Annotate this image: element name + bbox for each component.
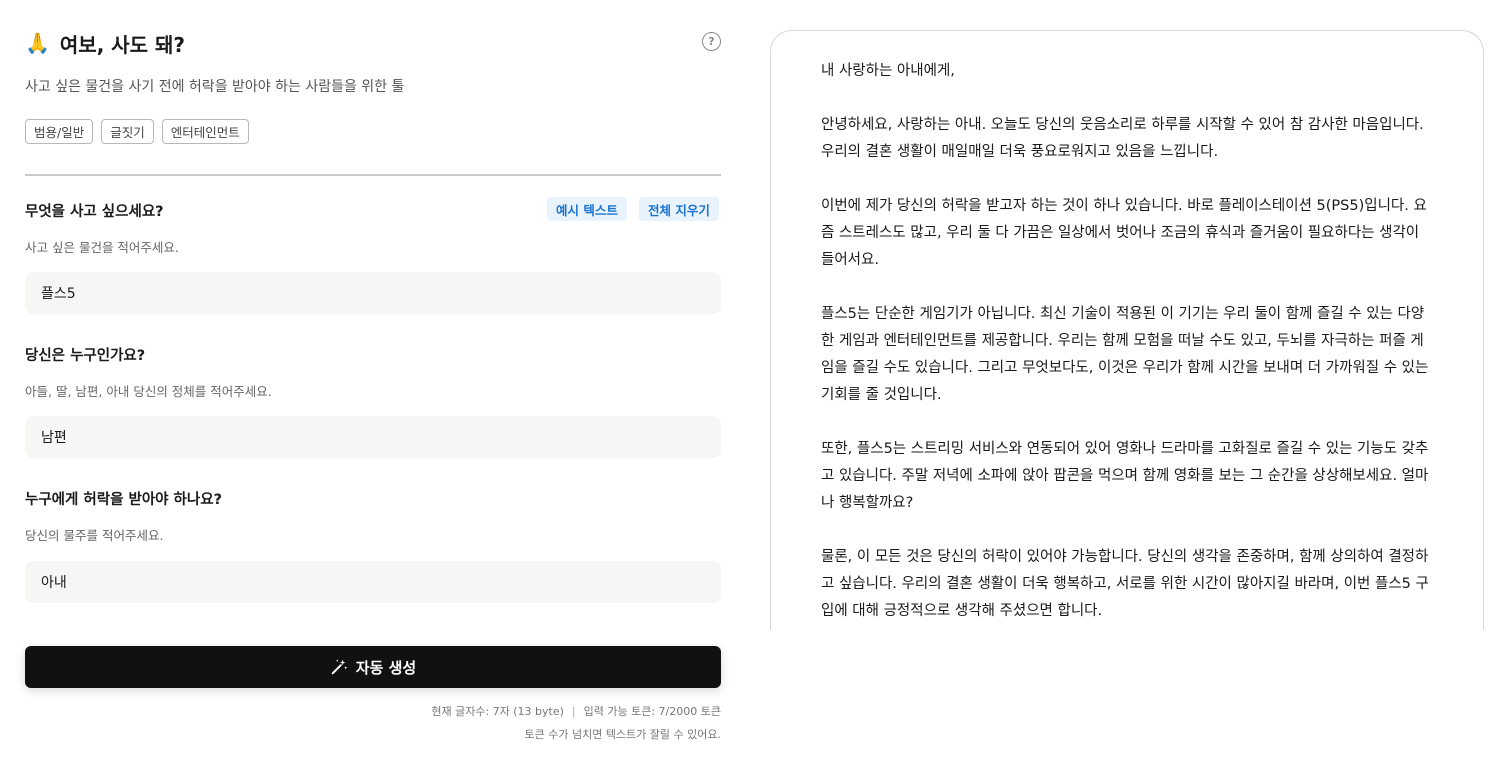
approver-field-help: 당신의 물주를 적어주세요. — [25, 528, 164, 543]
generated-letter: 내 사랑하는 아내에게, 안녕하세요, 사랑하는 아내. 오늘도 당신의 웃음소… — [821, 58, 1435, 630]
item-input[interactable] — [25, 272, 721, 314]
letter-paragraph: 플스5는 단순한 게임기가 아닙니다. 최신 기술이 적용된 이 기기는 우리 … — [821, 306, 1429, 403]
category-tags: 범용/일반 글짓기 엔터테인먼트 — [25, 119, 249, 144]
approver-field-label: 누구에게 허락을 받아야 하나요? — [25, 492, 222, 508]
item-field-label: 무엇을 사고 싶으세요? — [25, 204, 164, 220]
token-note: 토큰 수가 넘치면 텍스트가 잘릴 수 있어요. — [524, 728, 721, 741]
token-stats: 현재 글자수: 7자 (13 byte) | 입력 가능 토큰: 7/2000 … — [431, 703, 721, 719]
output-panel[interactable]: 내 사랑하는 아내에게, 안녕하세요, 사랑하는 아내. 오늘도 당신의 웃음소… — [770, 30, 1484, 630]
pray-emoji-icon: 🙏 — [25, 31, 50, 55]
tag-writing[interactable]: 글짓기 — [101, 119, 154, 144]
letter-paragraph: 또한, 플스5는 스트리밍 서비스와 연동되어 있어 영화나 드라마를 고화질로… — [821, 441, 1429, 511]
stats-separator: | — [571, 704, 576, 718]
letter-paragraph: 안녕하세요, 사랑하는 아내. 오늘도 당신의 웃음소리로 하루를 시작할 수 … — [821, 117, 1424, 160]
page-title: 여보, 사도 돼? — [59, 32, 186, 57]
tag-general[interactable]: 범용/일반 — [25, 119, 94, 144]
clear-all-button[interactable]: 전체 지우기 — [639, 197, 719, 221]
magic-wand-icon — [331, 659, 348, 675]
question-circle-icon[interactable]: ? — [702, 32, 721, 51]
auto-generate-label: 자동 생성 — [355, 658, 417, 677]
letter-paragraph: 물론, 이 모든 것은 당신의 허락이 있어야 가능합니다. 당신의 생각을 존… — [821, 549, 1429, 619]
token-count: 입력 가능 토큰: 7/2000 토큰 — [583, 705, 721, 718]
header: 🙏 여보, 사도 돼? ? — [25, 30, 721, 57]
example-text-button[interactable]: 예시 텍스트 — [547, 197, 627, 221]
auto-generate-button[interactable]: 자동 생성 — [25, 646, 721, 688]
input-panel: 🙏 여보, 사도 돼? ? 사고 싶은 물건을 사기 전에 허락을 받아야 하는… — [25, 0, 721, 757]
identity-input[interactable] — [25, 416, 721, 458]
char-count: 현재 글자수: 7자 (13 byte) — [431, 705, 564, 718]
identity-field-label: 당신은 누구인가요? — [25, 348, 146, 364]
divider — [25, 174, 721, 176]
item-field-help: 사고 싶은 물건을 적어주세요. — [25, 240, 179, 255]
approver-input[interactable] — [25, 561, 721, 603]
identity-field-help: 아들, 딸, 남편, 아내 당신의 정체를 적어주세요. — [25, 384, 272, 399]
page-subtitle: 사고 싶은 물건을 사기 전에 허락을 받아야 하는 사람들을 위한 툴 — [25, 79, 405, 95]
tag-entertainment[interactable]: 엔터테인먼트 — [161, 119, 249, 144]
letter-paragraph: 이번에 제가 당신의 허락을 받고자 하는 것이 하나 있습니다. 바로 플레이… — [821, 198, 1427, 268]
letter-paragraph: 내 사랑하는 아내에게, — [821, 63, 955, 79]
